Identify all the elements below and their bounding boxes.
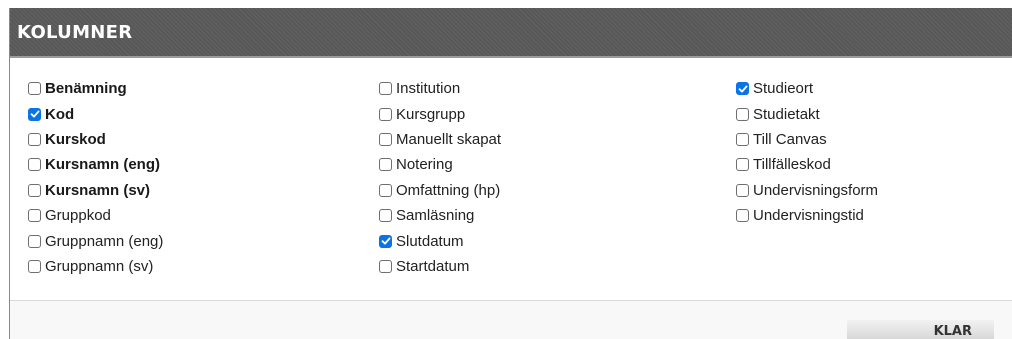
option-label: Undervisningsform xyxy=(753,181,879,199)
checkbox-unchecked[interactable] xyxy=(379,209,392,223)
checkbox-unchecked[interactable] xyxy=(28,82,41,96)
option-label: Studieort xyxy=(753,80,814,98)
done-button[interactable]: KLAR xyxy=(847,320,994,339)
column-option-kursnamn-eng[interactable]: Kursnamn (eng) xyxy=(28,152,163,177)
checkbox-unchecked[interactable] xyxy=(736,158,749,172)
option-label: Samläsning xyxy=(396,207,475,225)
check-icon xyxy=(381,237,390,245)
options-column-3: Studieort Studietakt Till Canvas Tillfälles… xyxy=(736,76,878,228)
options-column-1: Benämning Kod Kurskod Kursnamn (eng) Kursnam… xyxy=(28,76,163,279)
checkbox-unchecked[interactable] xyxy=(736,183,749,197)
option-label: Gruppkod xyxy=(45,207,111,225)
option-label: Studietakt xyxy=(753,105,820,123)
checkbox-unchecked[interactable] xyxy=(379,132,392,146)
checkbox-checked[interactable] xyxy=(28,107,41,121)
column-option-studietakt[interactable]: Studietakt xyxy=(736,101,878,126)
option-label: Kursnamn (sv) xyxy=(45,181,151,199)
option-label: Kursgrupp xyxy=(396,105,466,123)
column-option-studieort[interactable]: Studieort xyxy=(736,76,878,101)
column-option-kursnamn-sv[interactable]: Kursnamn (sv) xyxy=(28,178,163,203)
option-label: Gruppnamn (sv) xyxy=(45,257,154,275)
dialog-title: KOLUMNER xyxy=(17,22,133,43)
dialog-header: KOLUMNER xyxy=(10,8,1012,58)
check-icon xyxy=(738,85,747,93)
column-option-kurskod[interactable]: Kurskod xyxy=(28,127,163,152)
option-label: Benämning xyxy=(45,80,127,98)
column-option-kursgrupp[interactable]: Kursgrupp xyxy=(379,101,501,126)
checkbox-unchecked[interactable] xyxy=(28,158,41,172)
column-option-till-canvas[interactable]: Till Canvas xyxy=(736,127,878,152)
column-option-manuellt-skapat[interactable]: Manuellt skapat xyxy=(379,127,501,152)
option-label: Gruppnamn (eng) xyxy=(45,232,164,250)
checkbox-unchecked[interactable] xyxy=(736,107,749,121)
column-option-slutdatum[interactable]: Slutdatum xyxy=(379,228,501,253)
option-label: Till Canvas xyxy=(753,130,827,148)
checkbox-checked[interactable] xyxy=(736,82,749,96)
column-option-startdatum[interactable]: Startdatum xyxy=(379,254,501,279)
checkbox-unchecked[interactable] xyxy=(379,183,392,197)
checkbox-unchecked[interactable] xyxy=(379,107,392,121)
column-option-kod[interactable]: Kod xyxy=(28,101,163,126)
column-option-gruppnamn-sv[interactable]: Gruppnamn (sv) xyxy=(28,254,163,279)
option-label: Institution xyxy=(396,80,461,98)
option-label: Kurskod xyxy=(45,130,106,148)
options-column-2: Institution Kursgrupp Manuellt skapat Noter… xyxy=(379,76,501,279)
column-option-benamning[interactable]: Benämning xyxy=(28,76,163,101)
checkbox-unchecked[interactable] xyxy=(28,234,41,248)
checkbox-unchecked[interactable] xyxy=(28,259,41,273)
checkbox-unchecked[interactable] xyxy=(379,158,392,172)
column-option-notering[interactable]: Notering xyxy=(379,152,501,177)
option-label: Omfattning (hp) xyxy=(396,181,501,199)
column-options: Benämning Kod Kurskod Kursnamn (eng) Kursnam… xyxy=(19,76,1009,296)
option-label: Slutdatum xyxy=(396,232,464,250)
checkbox-unchecked[interactable] xyxy=(379,259,392,273)
column-option-undervisningsform[interactable]: Undervisningsform xyxy=(736,178,878,203)
option-label: Startdatum xyxy=(396,257,470,275)
checkbox-unchecked[interactable] xyxy=(736,132,749,146)
option-label: Undervisningstid xyxy=(753,207,864,225)
option-label: Kod xyxy=(45,105,75,123)
column-option-gruppnamn-eng[interactable]: Gruppnamn (eng) xyxy=(28,228,163,253)
checkbox-unchecked[interactable] xyxy=(379,82,392,96)
option-label: Kursnamn (eng) xyxy=(45,156,161,174)
checkbox-unchecked[interactable] xyxy=(28,132,41,146)
option-label: Tillfälleskod xyxy=(753,156,831,174)
checkbox-unchecked[interactable] xyxy=(28,183,41,197)
column-option-omfattning-hp[interactable]: Omfattning (hp) xyxy=(379,178,501,203)
checkbox-unchecked[interactable] xyxy=(736,209,749,223)
columns-dialog: KOLUMNER Benämning Kod Kurskod Kursnamn (en… xyxy=(9,8,1012,339)
column-option-gruppkod[interactable]: Gruppkod xyxy=(28,203,163,228)
column-option-tillfalleskod[interactable]: Tillfälleskod xyxy=(736,152,878,177)
checkbox-checked[interactable] xyxy=(379,234,392,248)
column-option-undervisningstid[interactable]: Undervisningstid xyxy=(736,203,878,228)
option-label: Manuellt skapat xyxy=(396,130,502,148)
column-option-samlasning[interactable]: Samläsning xyxy=(379,203,501,228)
checkbox-unchecked[interactable] xyxy=(28,209,41,223)
column-option-institution[interactable]: Institution xyxy=(379,76,501,101)
check-icon xyxy=(30,110,39,118)
option-label: Notering xyxy=(396,156,453,174)
